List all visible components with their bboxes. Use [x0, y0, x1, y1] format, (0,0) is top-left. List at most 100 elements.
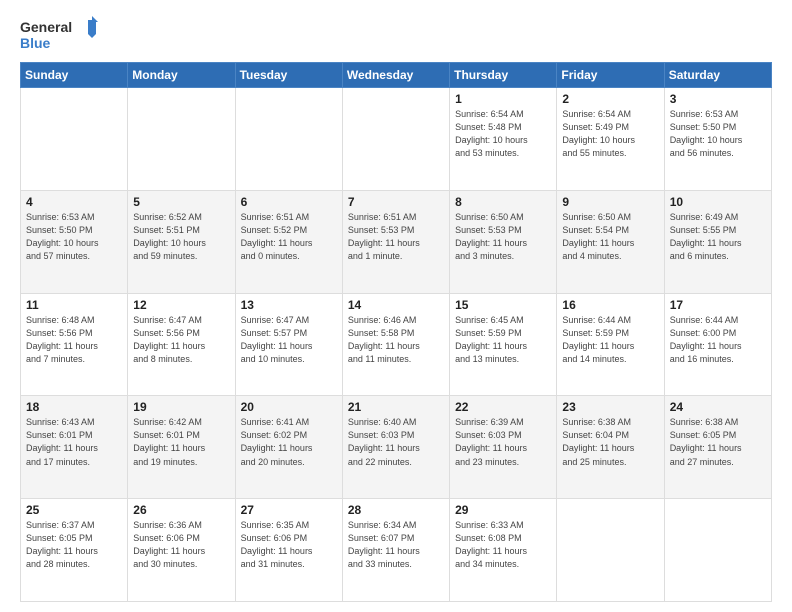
- calendar-cell: 10Sunrise: 6:49 AM Sunset: 5:55 PM Dayli…: [664, 190, 771, 293]
- calendar-header-row: SundayMondayTuesdayWednesdayThursdayFrid…: [21, 63, 772, 88]
- day-info: Sunrise: 6:34 AM Sunset: 6:07 PM Dayligh…: [348, 519, 444, 571]
- day-number: 14: [348, 298, 444, 312]
- day-info: Sunrise: 6:52 AM Sunset: 5:51 PM Dayligh…: [133, 211, 229, 263]
- calendar-cell: 22 Sunrise: 6:39 AM Sunset: 6:03 PM Dayli…: [450, 396, 557, 499]
- calendar-cell: 16 Sunrise: 6:44 AM Sunset: 5:59 PM Dayli…: [557, 293, 664, 396]
- calendar-cell: 15Sunrise: 6:45 AM Sunset: 5:59 PM Dayli…: [450, 293, 557, 396]
- day-info: Sunrise: 6:54 AM Sunset: 5:49 PM Dayligh…: [562, 108, 658, 160]
- day-number: 2: [562, 92, 658, 106]
- day-info: Sunrise: 6:36 AM Sunset: 6:06 PM Dayligh…: [133, 519, 229, 571]
- day-info: Sunrise: 6:50 AM Sunset: 5:53 PM Dayligh…: [455, 211, 551, 263]
- calendar-cell: [128, 88, 235, 191]
- calendar-cell: 5 Sunrise: 6:52 AM Sunset: 5:51 PM Daylig…: [128, 190, 235, 293]
- page: General Blue SundayMondayTuesdayWednesda…: [0, 0, 792, 612]
- day-number: 8: [455, 195, 551, 209]
- day-number: 23: [562, 400, 658, 414]
- day-info: Sunrise: 6:54 AM Sunset: 5:48 PM Dayligh…: [455, 108, 551, 160]
- day-number: 12: [133, 298, 229, 312]
- day-number: 15: [455, 298, 551, 312]
- calendar-table: SundayMondayTuesdayWednesdayThursdayFrid…: [20, 62, 772, 602]
- day-number: 19: [133, 400, 229, 414]
- day-number: 21: [348, 400, 444, 414]
- calendar-header-thursday: Thursday: [450, 63, 557, 88]
- day-info: Sunrise: 6:48 AM Sunset: 5:56 PM Dayligh…: [26, 314, 122, 366]
- day-number: 24: [670, 400, 766, 414]
- calendar-cell: [235, 88, 342, 191]
- day-info: Sunrise: 6:43 AM Sunset: 6:01 PM Dayligh…: [26, 416, 122, 468]
- day-info: Sunrise: 6:44 AM Sunset: 6:00 PM Dayligh…: [670, 314, 766, 366]
- calendar-cell: 14 Sunrise: 6:46 AM Sunset: 5:58 PM Dayli…: [342, 293, 449, 396]
- calendar-header-sunday: Sunday: [21, 63, 128, 88]
- calendar-cell: 3 Sunrise: 6:53 AM Sunset: 5:50 PM Daylig…: [664, 88, 771, 191]
- calendar-week-1: 1 Sunrise: 6:54 AM Sunset: 5:48 PM Daylig…: [21, 88, 772, 191]
- day-number: 18: [26, 400, 122, 414]
- day-number: 6: [241, 195, 337, 209]
- day-info: Sunrise: 6:40 AM Sunset: 6:03 PM Dayligh…: [348, 416, 444, 468]
- calendar-cell: 7 Sunrise: 6:51 AM Sunset: 5:53 PM Daylig…: [342, 190, 449, 293]
- day-info: Sunrise: 6:42 AM Sunset: 6:01 PM Dayligh…: [133, 416, 229, 468]
- calendar-cell: [557, 499, 664, 602]
- calendar-cell: 24 Sunrise: 6:38 AM Sunset: 6:05 PM Dayli…: [664, 396, 771, 499]
- day-number: 20: [241, 400, 337, 414]
- day-number: 16: [562, 298, 658, 312]
- logo-svg: General Blue: [20, 16, 100, 54]
- calendar-cell: [664, 499, 771, 602]
- day-number: 10: [670, 195, 766, 209]
- day-number: 11: [26, 298, 122, 312]
- calendar-cell: 13 Sunrise: 6:47 AM Sunset: 5:57 PM Dayli…: [235, 293, 342, 396]
- calendar-cell: 28 Sunrise: 6:34 AM Sunset: 6:07 PM Dayli…: [342, 499, 449, 602]
- calendar-week-2: 4 Sunrise: 6:53 AM Sunset: 5:50 PM Daylig…: [21, 190, 772, 293]
- day-number: 13: [241, 298, 337, 312]
- day-number: 5: [133, 195, 229, 209]
- calendar-cell: 21 Sunrise: 6:40 AM Sunset: 6:03 PM Dayli…: [342, 396, 449, 499]
- day-number: 7: [348, 195, 444, 209]
- calendar-cell: 25Sunrise: 6:37 AM Sunset: 6:05 PM Dayli…: [21, 499, 128, 602]
- calendar-cell: 29Sunrise: 6:33 AM Sunset: 6:08 PM Dayli…: [450, 499, 557, 602]
- day-info: Sunrise: 6:50 AM Sunset: 5:54 PM Dayligh…: [562, 211, 658, 263]
- calendar-header-monday: Monday: [128, 63, 235, 88]
- day-info: Sunrise: 6:44 AM Sunset: 5:59 PM Dayligh…: [562, 314, 658, 366]
- calendar-header-wednesday: Wednesday: [342, 63, 449, 88]
- calendar-cell: 12 Sunrise: 6:47 AM Sunset: 5:56 PM Dayli…: [128, 293, 235, 396]
- calendar-cell: 6 Sunrise: 6:51 AM Sunset: 5:52 PM Daylig…: [235, 190, 342, 293]
- day-info: Sunrise: 6:51 AM Sunset: 5:52 PM Dayligh…: [241, 211, 337, 263]
- day-info: Sunrise: 6:53 AM Sunset: 5:50 PM Dayligh…: [26, 211, 122, 263]
- calendar-cell: 17 Sunrise: 6:44 AM Sunset: 6:00 PM Dayli…: [664, 293, 771, 396]
- calendar-week-3: 11 Sunrise: 6:48 AM Sunset: 5:56 PM Dayli…: [21, 293, 772, 396]
- calendar-header-tuesday: Tuesday: [235, 63, 342, 88]
- svg-text:Blue: Blue: [20, 35, 51, 51]
- day-number: 3: [670, 92, 766, 106]
- day-info: Sunrise: 6:41 AM Sunset: 6:02 PM Dayligh…: [241, 416, 337, 468]
- day-number: 25: [26, 503, 122, 517]
- day-number: 28: [348, 503, 444, 517]
- calendar-cell: 27 Sunrise: 6:35 AM Sunset: 6:06 PM Dayli…: [235, 499, 342, 602]
- day-number: 26: [133, 503, 229, 517]
- day-number: 22: [455, 400, 551, 414]
- day-info: Sunrise: 6:46 AM Sunset: 5:58 PM Dayligh…: [348, 314, 444, 366]
- header: General Blue: [20, 16, 772, 54]
- calendar-cell: 4 Sunrise: 6:53 AM Sunset: 5:50 PM Daylig…: [21, 190, 128, 293]
- calendar-week-5: 25Sunrise: 6:37 AM Sunset: 6:05 PM Dayli…: [21, 499, 772, 602]
- day-number: 9: [562, 195, 658, 209]
- day-info: Sunrise: 6:33 AM Sunset: 6:08 PM Dayligh…: [455, 519, 551, 571]
- day-info: Sunrise: 6:51 AM Sunset: 5:53 PM Dayligh…: [348, 211, 444, 263]
- day-info: Sunrise: 6:47 AM Sunset: 5:56 PM Dayligh…: [133, 314, 229, 366]
- calendar-cell: [21, 88, 128, 191]
- day-info: Sunrise: 6:53 AM Sunset: 5:50 PM Dayligh…: [670, 108, 766, 160]
- day-number: 1: [455, 92, 551, 106]
- calendar-cell: 2 Sunrise: 6:54 AM Sunset: 5:49 PM Daylig…: [557, 88, 664, 191]
- day-number: 4: [26, 195, 122, 209]
- calendar-header-saturday: Saturday: [664, 63, 771, 88]
- day-number: 27: [241, 503, 337, 517]
- day-info: Sunrise: 6:39 AM Sunset: 6:03 PM Dayligh…: [455, 416, 551, 468]
- calendar-cell: 18 Sunrise: 6:43 AM Sunset: 6:01 PM Dayli…: [21, 396, 128, 499]
- day-info: Sunrise: 6:38 AM Sunset: 6:05 PM Dayligh…: [670, 416, 766, 468]
- logo: General Blue: [20, 16, 100, 54]
- day-info: Sunrise: 6:47 AM Sunset: 5:57 PM Dayligh…: [241, 314, 337, 366]
- day-info: Sunrise: 6:35 AM Sunset: 6:06 PM Dayligh…: [241, 519, 337, 571]
- calendar-cell: 20 Sunrise: 6:41 AM Sunset: 6:02 PM Dayli…: [235, 396, 342, 499]
- day-number: 17: [670, 298, 766, 312]
- calendar-cell: 19 Sunrise: 6:42 AM Sunset: 6:01 PM Dayli…: [128, 396, 235, 499]
- svg-text:General: General: [20, 19, 72, 35]
- calendar-header-friday: Friday: [557, 63, 664, 88]
